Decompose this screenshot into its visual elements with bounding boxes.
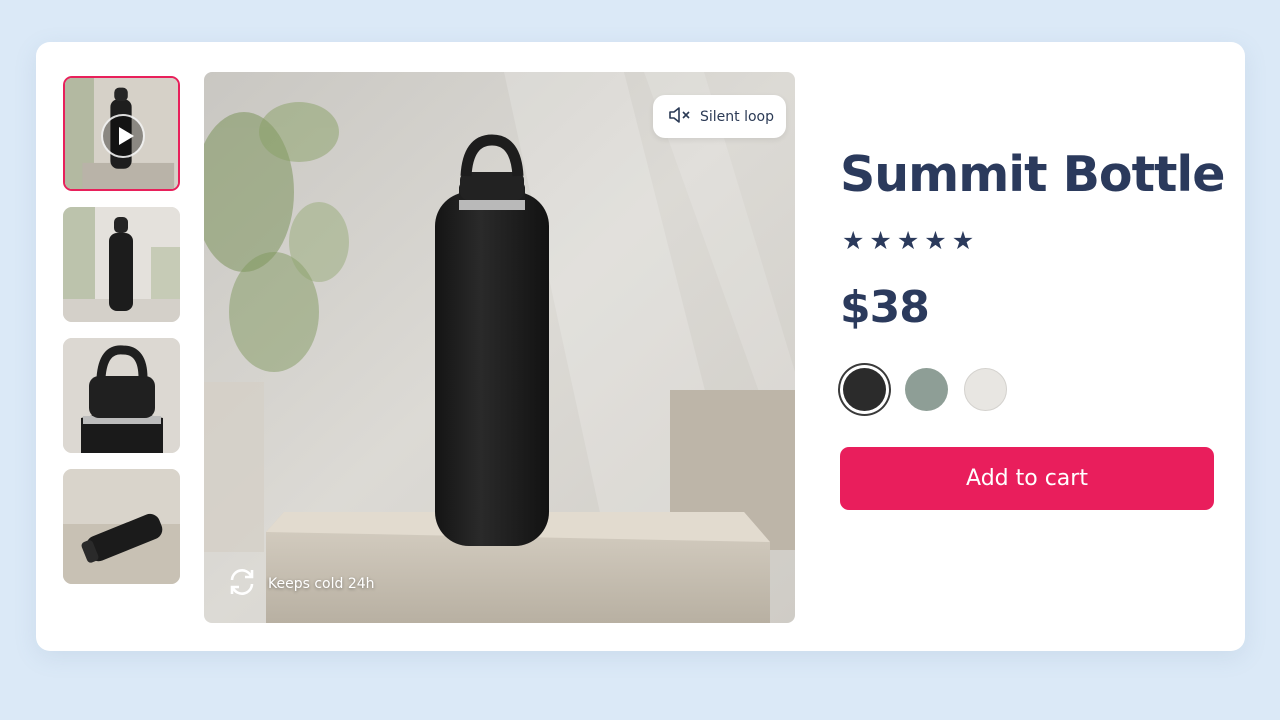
product-title: Summit Bottle bbox=[840, 146, 1225, 203]
thumbnail-side-view[interactable] bbox=[63, 207, 180, 322]
star-icon: ★ bbox=[896, 226, 920, 255]
color-swatch-sage[interactable] bbox=[905, 368, 948, 411]
add-to-cart-button[interactable]: Add to cart bbox=[840, 447, 1214, 510]
product-price: $38 bbox=[840, 282, 930, 333]
sound-chip-label: Silent loop bbox=[700, 108, 774, 125]
color-swatch-cream[interactable] bbox=[964, 368, 1007, 411]
feature-label: Keeps cold 24h bbox=[268, 576, 375, 592]
rating-stars: ★ ★ ★ ★ ★ bbox=[842, 228, 974, 253]
color-swatch-black[interactable] bbox=[843, 368, 886, 411]
star-icon: ★ bbox=[842, 226, 865, 255]
play-icon[interactable] bbox=[101, 114, 145, 158]
thumbnail-cap-closeup[interactable] bbox=[63, 338, 180, 453]
mute-icon bbox=[668, 105, 692, 129]
star-icon: ★ bbox=[869, 226, 892, 255]
thumbnail-image bbox=[63, 207, 180, 322]
thumbnail-video[interactable] bbox=[63, 76, 180, 191]
thumbnail-image bbox=[63, 469, 180, 584]
star-icon: ★ bbox=[924, 226, 947, 255]
refresh-icon bbox=[226, 566, 258, 602]
star-icon: ★ bbox=[951, 226, 975, 255]
sound-toggle-chip[interactable]: Silent loop bbox=[653, 95, 786, 138]
thumbnail-image bbox=[63, 338, 180, 453]
thumbnail-lying-down[interactable] bbox=[63, 469, 180, 584]
hero-image bbox=[204, 72, 795, 623]
feature-overlay: Keeps cold 24h bbox=[226, 566, 375, 602]
hero-media[interactable] bbox=[204, 72, 795, 623]
